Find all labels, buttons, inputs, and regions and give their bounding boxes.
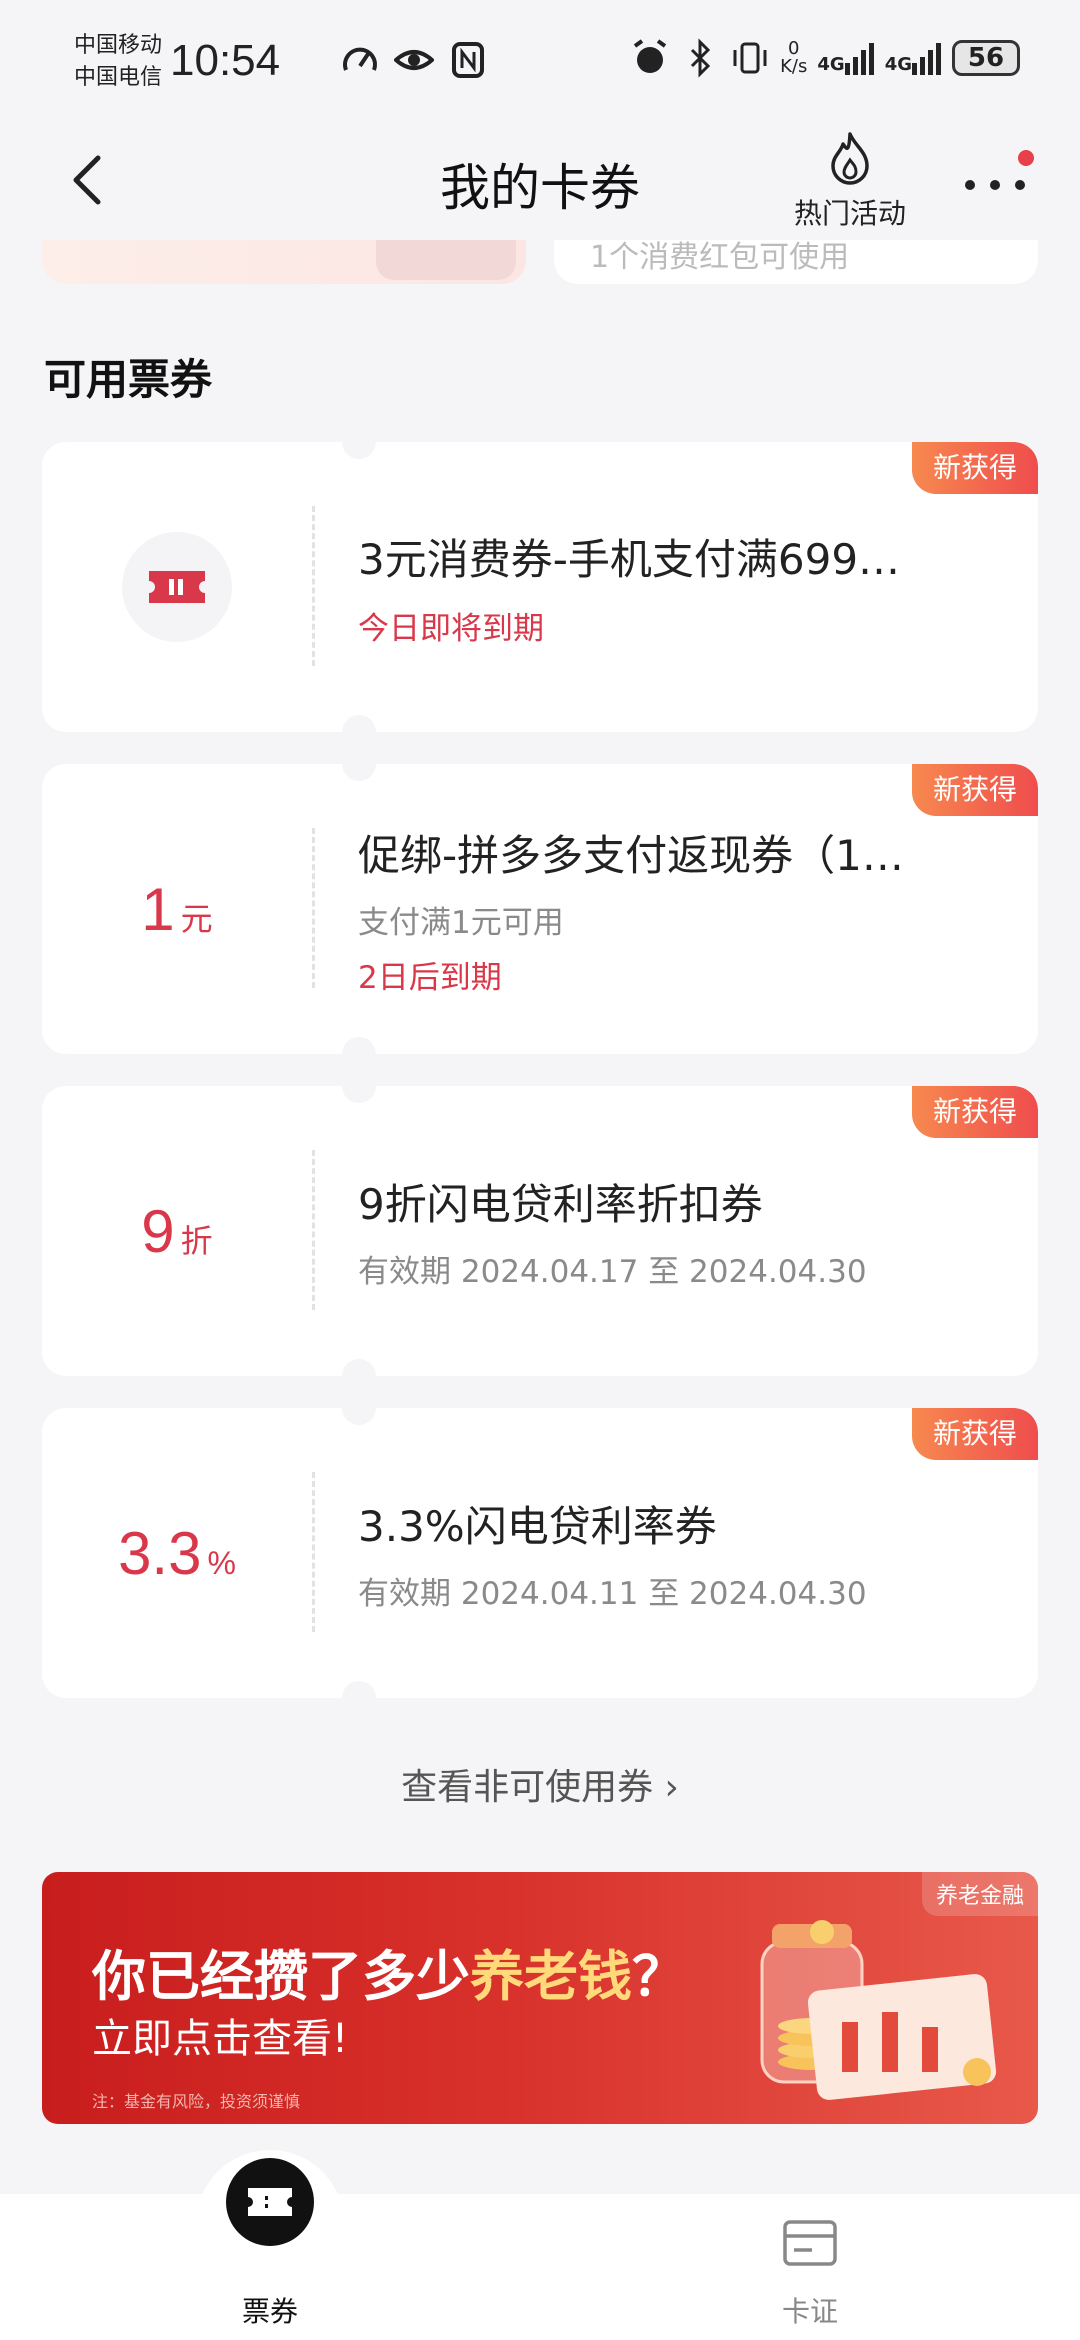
coupon-value-unit: 折 — [180, 1222, 213, 1259]
view-unusable-link[interactable]: 查看非可使用券 › — [0, 1758, 1080, 1810]
tab-tickets[interactable]: 票券 — [170, 2158, 370, 2340]
bottom-tab-bar: 票券 卡证 — [0, 2158, 1080, 2340]
tab-label: 票券 — [241, 2295, 298, 2328]
net-type-2: 4G — [884, 54, 912, 75]
bluetooth-icon — [691, 38, 711, 78]
coupon-value-area: 3.3% — [42, 1408, 312, 1698]
coupon-title: 促绑-拼多多支付返现券（1… — [358, 830, 904, 880]
coupon-validity: 有效期 2024.04.17 至 2024.04.30 — [358, 1254, 867, 1290]
coupon-title: 3.3%闪电贷利率券 — [358, 1502, 717, 1551]
speedometer-icon — [343, 47, 377, 71]
signal-2: 4G — [885, 41, 942, 75]
hot-activity-label: 热门活动 — [793, 197, 906, 230]
banner-subline: 立即点击查看! — [92, 2016, 349, 2062]
card-icon — [783, 2220, 837, 2266]
signal-bars-icon — [844, 43, 874, 75]
alarm-icon — [633, 39, 667, 73]
more-icon[interactable] — [960, 160, 1030, 210]
red-packet-info-text: 1个消费红包可使用 — [590, 240, 850, 275]
coupon-value: 1元 — [141, 875, 212, 944]
status-bar: 中国移动 中国电信 10:54 0 K/s 4G 4G 56 — [0, 0, 1080, 120]
coupon-value-unit: 元 — [180, 900, 213, 937]
nav-bar: 我的卡券 热门活动 — [0, 120, 1080, 240]
net-speed: 0 K/s — [780, 40, 807, 76]
tab-cards[interactable]: 卡证 — [710, 2194, 910, 2340]
red-packet-info-card[interactable]: 1个消费红包可使用 — [554, 240, 1038, 284]
coupon-subtitle: 支付满1元可用 — [358, 904, 564, 941]
nfc-icon — [452, 42, 484, 78]
hot-activity-button[interactable]: 热门活动 — [790, 130, 910, 232]
card-divider — [312, 506, 315, 666]
carrier-info: 中国移动 中国电信 — [74, 30, 162, 94]
card-divider — [312, 1472, 315, 1632]
notification-dot — [1018, 150, 1034, 166]
coupon-validity: 有效期 2024.04.11 至 2024.04.30 — [358, 1576, 867, 1612]
coupon-expiry: 今日即将到期 — [358, 611, 544, 647]
section-title: 可用票券 — [44, 355, 213, 404]
coupon-value-number: 1 — [141, 875, 175, 943]
status-left-icons — [340, 40, 488, 80]
card-divider — [312, 828, 315, 988]
banner-headline-suffix: ？ — [632, 1945, 686, 2008]
coupon-title: 3元消费券-手机支付满699… — [358, 535, 901, 584]
coupon-card[interactable]: 3.3% 3.3%闪电贷利率券 有效期 2024.04.11 至 2024.04… — [42, 1408, 1038, 1698]
chart-card-illustration — [807, 1974, 997, 2100]
clock: 10:54 — [170, 36, 281, 85]
coupon-value: 9折 — [141, 1197, 212, 1266]
banner-headline-prefix: 你已经攒了多少 — [92, 1945, 470, 2008]
new-badge: 新获得 — [912, 1086, 1038, 1138]
flame-icon — [831, 132, 869, 185]
coupon-title: 9折闪电贷利率折扣券 — [358, 1180, 763, 1229]
tab-label: 卡证 — [781, 2295, 838, 2328]
eye-icon — [394, 50, 434, 70]
banner-risk-note: 注：基金有风险，投资须谨慎 — [92, 2092, 301, 2111]
red-packet-art — [376, 240, 516, 280]
net-type-1: 4G — [817, 54, 845, 75]
coupon-value: 3.3% — [118, 1519, 236, 1588]
page-title: 我的卡券 — [440, 159, 640, 217]
signal-bars-icon — [912, 43, 941, 75]
red-packet-card[interactable] — [42, 240, 526, 284]
banner-headline-highlight: 养老钱 — [470, 1945, 632, 2008]
banner-headline: 你已经攒了多少养老钱？ — [92, 1932, 686, 2011]
coupon-value-area — [42, 442, 312, 732]
coupon-value-unit: % — [207, 1544, 236, 1581]
coupon-text: 促绑-拼多多支付返现券（1… 支付满1元可用 2日后到期 — [358, 764, 998, 1054]
vibrate-icon — [733, 42, 767, 74]
new-badge: 新获得 — [912, 442, 1038, 494]
coupon-value-area: 1元 — [42, 764, 312, 1054]
coupon-value-number: 3.3 — [118, 1519, 202, 1587]
pension-banner[interactable]: 你已经攒了多少养老钱？ 立即点击查看! 注：基金有风险，投资须谨慎 养老金融 — [42, 1872, 1038, 2124]
coupon-card[interactable]: 3元消费券-手机支付满699… 今日即将到期 新获得 — [42, 442, 1038, 732]
new-badge: 新获得 — [912, 1408, 1038, 1460]
status-right-icons: 0 K/s 4G 4G 56 — [630, 38, 1020, 78]
ticket-icon — [122, 532, 232, 642]
coupon-value-number: 9 — [141, 1197, 175, 1265]
signal-1: 4G — [817, 41, 874, 75]
banner-tag: 养老金融 — [921, 1872, 1038, 1916]
net-speed-unit: K/s — [780, 56, 808, 77]
coupon-text: 3.3%闪电贷利率券 有效期 2024.04.11 至 2024.04.30 — [358, 1408, 998, 1698]
ticket-icon — [226, 2158, 314, 2246]
coupon-card[interactable]: 1元 促绑-拼多多支付返现券（1… 支付满1元可用 2日后到期 新获得 — [42, 764, 1038, 1054]
carrier-2: 中国电信 — [74, 65, 163, 90]
battery-indicator: 56 — [952, 40, 1020, 76]
new-badge: 新获得 — [912, 764, 1038, 816]
coupon-text: 9折闪电贷利率折扣券 有效期 2024.04.17 至 2024.04.30 — [358, 1086, 998, 1376]
carrier-1: 中国移动 — [74, 33, 163, 58]
coupon-expiry: 2日后到期 — [358, 959, 502, 996]
coupon-card[interactable]: 9折 9折闪电贷利率折扣券 有效期 2024.04.17 至 2024.04.3… — [42, 1086, 1038, 1376]
coupon-value-area: 9折 — [42, 1086, 312, 1376]
card-divider — [312, 1150, 315, 1310]
coupon-text: 3元消费券-手机支付满699… 今日即将到期 — [358, 442, 998, 732]
